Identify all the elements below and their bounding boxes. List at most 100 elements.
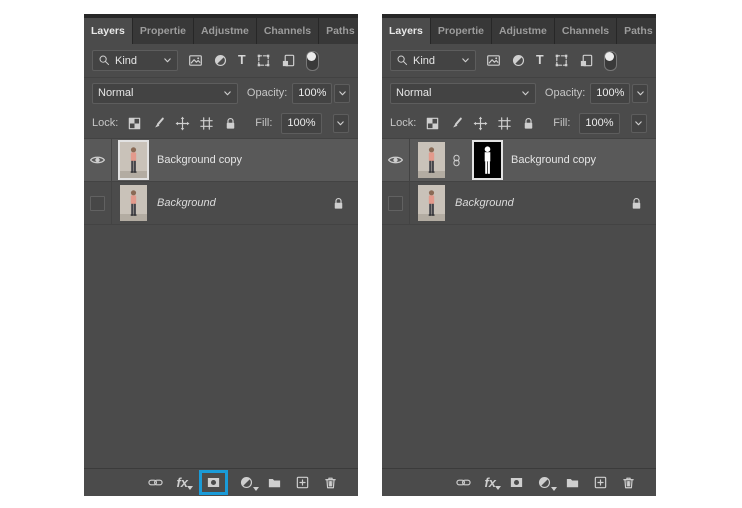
opacity-value-field[interactable]: 100% [590,82,631,104]
tab-paths[interactable]: Paths [617,18,656,44]
fill-value-field[interactable]: 100% [579,112,620,134]
new-group-icon[interactable] [267,475,282,490]
chevron-down-icon [163,56,172,65]
layer-thumbnail[interactable] [418,142,445,178]
tab-label: Propertie [139,25,186,37]
tab-layers[interactable]: Layers [382,18,431,44]
chevron-down-icon [461,56,470,65]
lock-image-pixels-icon[interactable] [449,116,464,131]
tab-paths[interactable]: Paths [319,18,358,44]
visibility-toggle[interactable] [84,182,112,224]
blend-mode-select[interactable]: Normal [390,82,536,104]
tab-label: Layers [389,25,423,37]
lock-transparent-pixels-icon[interactable] [425,116,440,131]
layer-row-background[interactable]: Background [84,182,358,225]
fill-dropdown-button[interactable] [332,113,349,133]
filter-kind-select[interactable]: Kind [390,50,476,71]
filter-row: Kind T [84,44,358,78]
new-adjustment-layer-icon[interactable] [239,475,259,491]
toggle-knob [306,51,316,61]
lock-image-pixels-icon[interactable] [151,116,166,131]
opacity-dropdown-button[interactable] [334,83,350,103]
layer-style-icon[interactable]: fx [484,476,501,490]
lock-position-icon[interactable] [473,116,488,131]
tab-label: Adjustme [498,25,547,37]
delete-layer-icon[interactable] [323,475,338,490]
layer-row-background[interactable]: Background [382,182,656,225]
filter-row: Kind T [382,44,656,78]
lock-artboard-icon[interactable] [199,116,214,131]
mask-link-icon[interactable] [450,154,463,167]
lock-label: Lock: [390,117,417,129]
layer-mask-thumbnail[interactable] [474,142,501,178]
chevron-down-icon [336,119,345,128]
adjustment-layers-filter-icon[interactable] [213,53,228,68]
smart-objects-filter-icon[interactable] [281,53,296,68]
layer-thumbnail[interactable] [120,142,147,178]
tab-properties[interactable]: Propertie [132,18,194,44]
tutorial-highlight-box [199,470,228,495]
new-adjustment-layer-icon[interactable] [537,475,557,491]
chevron-down-icon [634,119,643,128]
tab-properties[interactable]: Propertie [430,18,492,44]
blend-mode-select[interactable]: Normal [92,82,238,104]
shape-layers-filter-icon[interactable] [554,53,569,68]
add-layer-mask-icon[interactable] [509,475,524,490]
type-layers-filter-icon[interactable]: T [536,54,544,67]
pixel-layers-filter-icon[interactable] [188,53,203,68]
tab-adjustments[interactable]: Adjustme [491,18,555,44]
visibility-toggle[interactable] [382,182,410,224]
type-layers-filter-icon[interactable]: T [238,54,246,67]
layers-list: Background copy Background [84,139,358,468]
lock-all-icon[interactable] [521,116,536,131]
layer-style-icon[interactable]: fx [176,476,193,490]
visibility-toggle[interactable] [382,139,410,181]
smart-objects-filter-icon[interactable] [579,53,594,68]
tab-adjustments[interactable]: Adjustme [193,18,257,44]
pixel-layers-filter-icon[interactable] [486,53,501,68]
layer-row-background-copy[interactable]: Background copy [382,139,656,182]
tab-layers[interactable]: Layers [84,18,133,44]
blend-row: Normal Opacity: 100% [382,78,656,108]
lock-artboard-icon[interactable] [497,116,512,131]
locked-badge-icon [331,196,346,211]
lock-all-icon[interactable] [223,116,238,131]
lock-position-icon[interactable] [175,116,190,131]
caret-icon [551,487,557,491]
new-layer-icon[interactable] [295,475,310,490]
add-layer-mask-icon[interactable] [206,475,221,490]
visibility-empty-box [90,195,105,211]
filter-kind-value: Kind [115,54,138,67]
visibility-toggle[interactable] [84,139,112,181]
caret-icon [495,486,501,490]
fill-value-field[interactable]: 100% [281,112,322,134]
delete-layer-icon[interactable] [621,475,636,490]
fill-dropdown-button[interactable] [630,113,647,133]
link-layers-icon[interactable] [456,475,471,490]
tab-label: Adjustme [200,25,249,37]
shape-layers-filter-icon[interactable] [256,53,271,68]
new-layer-icon[interactable] [593,475,608,490]
locked-badge-icon [629,196,644,211]
link-layers-icon[interactable] [148,475,163,490]
lock-transparent-pixels-icon[interactable] [127,116,142,131]
tab-channels[interactable]: Channels [256,18,320,44]
adjustment-layers-filter-icon[interactable] [511,53,526,68]
layers-toolbar: fx [382,468,656,496]
layer-filtering-toggle-icon[interactable] [305,50,319,71]
layer-row-background-copy[interactable]: Background copy [84,139,358,182]
layer-filtering-toggle-icon[interactable] [603,50,617,71]
layer-thumbnail[interactable] [418,185,445,221]
tab-label: Paths [326,25,355,37]
filter-kind-select[interactable]: Kind [92,50,178,71]
opacity-dropdown-button[interactable] [632,83,648,103]
search-icon [396,54,409,67]
lock-label: Lock: [92,117,119,129]
new-group-icon[interactable] [565,475,580,490]
opacity-value-field[interactable]: 100% [292,82,333,104]
tab-channels[interactable]: Channels [554,18,618,44]
blend-mode-value: Normal [396,87,432,99]
visibility-empty-box [388,195,403,211]
layer-thumbnail[interactable] [120,185,147,221]
tab-label: Channels [263,25,312,37]
